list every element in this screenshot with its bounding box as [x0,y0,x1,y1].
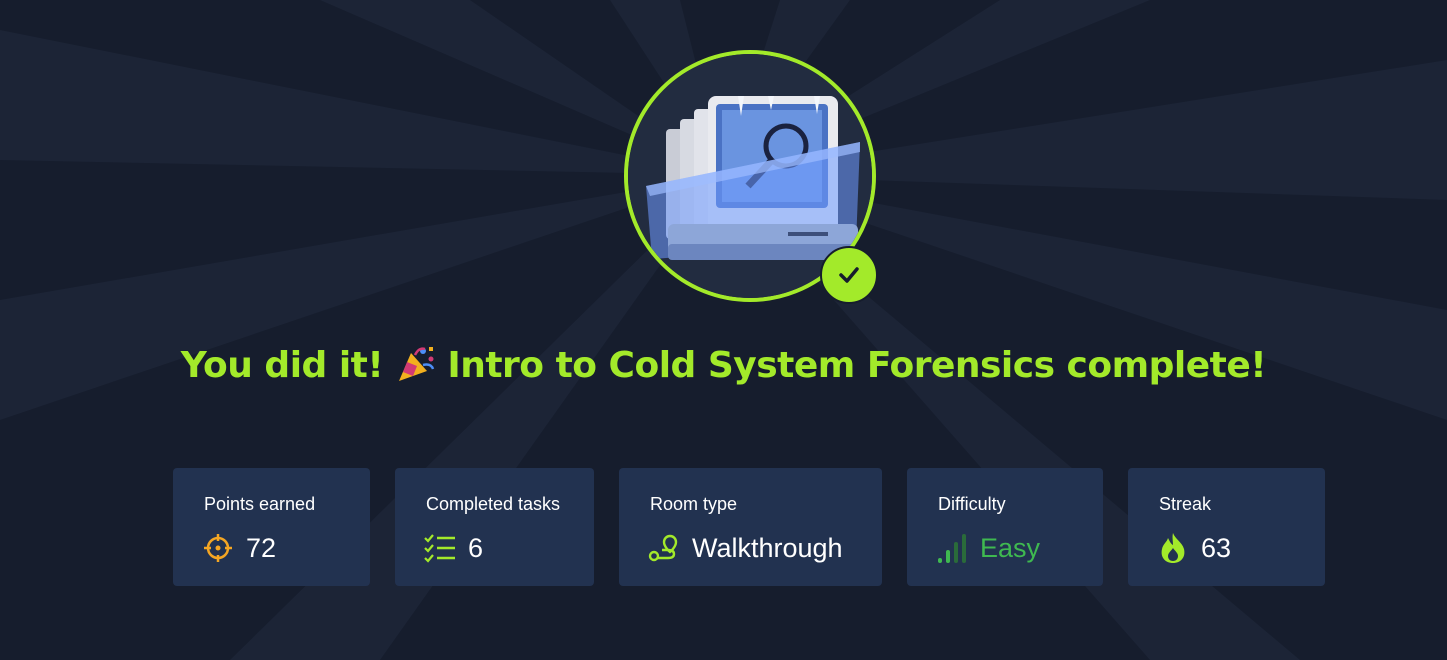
points-earned-value: 72 [246,532,277,563]
room-type-label: Room type [650,494,738,514]
room-type-card: Room type Walkthrough [619,468,882,586]
completed-tasks-label: Completed tasks [426,494,561,514]
headline-intro: You did it! [180,345,384,386]
room-type-value: Walkthrough [692,532,843,563]
streak-value: 63 [1201,532,1232,563]
signal-bars-icon [936,532,968,564]
points-earned-card: Points earned 72 [173,468,370,586]
route-icon [648,532,680,564]
completed-tasks-card: Completed tasks 6 [395,468,594,586]
streak-card: Streak 63 [1128,468,1325,586]
headline-room-complete: Intro to Cold System Forensics complete! [447,345,1267,386]
completion-screen: You did it! Intro to Cold System Forensi… [0,0,1447,660]
difficulty-card: Difficulty Easy [907,468,1103,586]
difficulty-value: Easy [980,532,1041,563]
crosshair-icon [202,532,234,564]
check-icon [839,267,859,283]
party-popper-icon [393,345,437,383]
completed-tasks-value: 6 [468,532,484,563]
flame-icon [1157,532,1189,564]
completion-headline: You did it! Intro to Cold System Forensi… [0,345,1447,386]
completed-check-badge [820,246,878,304]
points-earned-label: Points earned [204,494,316,514]
checklist-icon [424,532,456,564]
streak-label: Streak [1159,494,1212,514]
difficulty-label: Difficulty [938,494,1006,514]
room-badge [624,50,878,304]
